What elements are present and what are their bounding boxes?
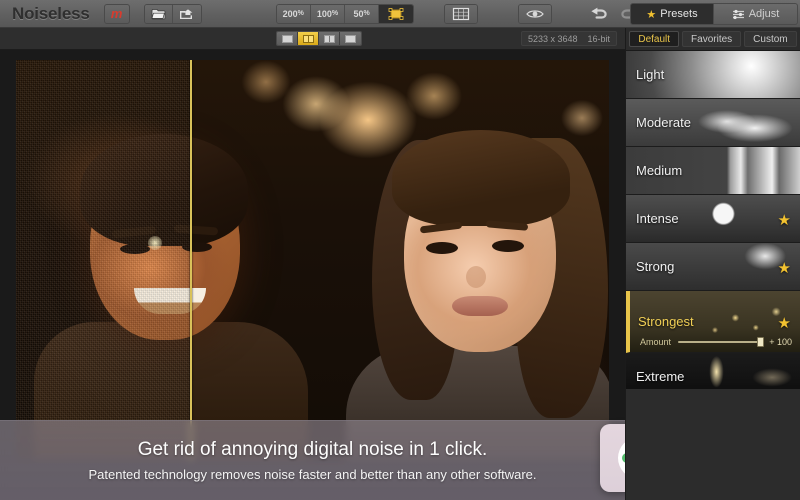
photo-woman-eye-right: [492, 240, 524, 252]
amount-value: + 100: [769, 337, 792, 347]
image-bit-depth: 16-bit: [587, 34, 610, 44]
view-mode-single[interactable]: [277, 32, 298, 45]
presets-tab-bar: Default Favorites Custom: [626, 28, 800, 51]
share-export-icon[interactable]: [173, 5, 201, 23]
file-button-group: [144, 4, 202, 24]
favorite-star-icon[interactable]: ★: [778, 314, 791, 332]
zoom-100-unit: %: [332, 10, 338, 17]
preset-label: Medium: [636, 163, 682, 178]
tab-presets-label: Presets: [660, 8, 697, 20]
presets-panel: Default Favorites Custom Light Moderate …: [625, 28, 800, 500]
tab-adjust[interactable]: Adjust: [714, 3, 798, 25]
image-canvas[interactable]: Get rid of annoying digital noise in 1 c…: [0, 50, 625, 500]
zoom-200-label: 200: [283, 9, 298, 19]
caption-subline: Patented technology removes noise faster…: [88, 467, 536, 482]
sliders-icon: [732, 9, 745, 20]
presets-tab-custom[interactable]: Custom: [744, 31, 796, 47]
preset-item-medium[interactable]: Medium: [626, 147, 800, 195]
photo-preview[interactable]: [16, 60, 609, 460]
caption-headline: Get rid of annoying digital noise in 1 c…: [138, 439, 488, 461]
fit-to-screen-icon[interactable]: [379, 5, 413, 23]
photo-man-eye-right: [182, 242, 212, 252]
top-toolbar: Noiseless m 200% 100%: [0, 0, 800, 28]
photo-woman-eye-left: [426, 242, 458, 254]
favorite-star-icon[interactable]: ★: [778, 211, 791, 229]
preset-label: Intense: [636, 211, 679, 226]
photo-woman-nose: [466, 266, 486, 288]
star-icon: ★: [646, 8, 656, 21]
zoom-50-unit: %: [364, 10, 370, 17]
view-options-bar: 5233 x 3648 16-bit: [0, 28, 625, 50]
image-info: 5233 x 3648 16-bit: [521, 31, 617, 46]
undo-arrow-icon[interactable]: [582, 5, 614, 23]
presets-tab-default[interactable]: Default: [629, 31, 679, 47]
zoom-100-label: 100: [317, 9, 332, 19]
view-mode-compare[interactable]: [340, 32, 361, 45]
crop-button-group: [444, 4, 478, 24]
preset-item-strong[interactable]: Strong ★: [626, 243, 800, 291]
preset-label: Moderate: [636, 115, 691, 130]
zoom-50-button[interactable]: 50%: [345, 5, 379, 23]
amount-slider-knob[interactable]: [757, 337, 764, 347]
panel-mode-segment: ★ Presets Adjust: [630, 3, 798, 25]
zoom-level-group: 200% 100% 50%: [276, 4, 415, 24]
macphun-logo[interactable]: m: [104, 4, 130, 24]
crop-grid-icon[interactable]: [445, 5, 477, 23]
photo-woman-lips: [452, 296, 508, 316]
preset-label: Strong: [636, 259, 674, 274]
marketing-caption: Get rid of annoying digital noise in 1 c…: [0, 420, 625, 500]
image-dimensions: 5233 x 3648: [528, 34, 578, 44]
photo-subject-man-hair: [80, 134, 248, 246]
split-view-divider[interactable]: [190, 60, 192, 460]
preset-label: Strongest: [638, 314, 694, 329]
presets-tab-favorites[interactable]: Favorites: [682, 31, 741, 47]
presets-list: Light Moderate Medium Intense ★ Strong ★: [626, 51, 800, 401]
view-mode-side-by-side[interactable]: [319, 32, 340, 45]
folder-open-icon[interactable]: [145, 5, 173, 23]
tab-presets[interactable]: ★ Presets: [630, 3, 714, 25]
presets-panel-empty-area: [626, 389, 800, 500]
tab-adjust-label: Adjust: [749, 8, 780, 20]
amount-slider[interactable]: Amount + 100: [640, 337, 792, 347]
preset-item-strongest[interactable]: Strongest ★ Amount + 100: [626, 291, 800, 353]
preview-button-group: [518, 4, 552, 24]
app-title: Noiseless: [12, 4, 90, 24]
zoom-50-label: 50: [354, 9, 364, 19]
photo-man-eye-left: [120, 244, 150, 254]
amount-slider-track[interactable]: [678, 341, 762, 343]
zoom-100-button[interactable]: 100%: [311, 5, 345, 23]
photo-woman-hair-top: [392, 130, 570, 226]
preset-label: Extreme: [636, 369, 684, 384]
zoom-200-unit: %: [298, 10, 304, 17]
view-mode-split[interactable]: [298, 32, 319, 45]
favorite-star-icon[interactable]: ★: [778, 259, 791, 277]
zoom-200-button[interactable]: 200%: [277, 5, 311, 23]
preset-item-moderate[interactable]: Moderate: [626, 99, 800, 147]
preset-item-light[interactable]: Light: [626, 51, 800, 99]
preset-label: Light: [636, 67, 664, 82]
photo-man-highlight: [148, 236, 162, 250]
view-mode-group: [276, 31, 362, 46]
eye-preview-icon[interactable]: [519, 5, 551, 23]
preset-item-intense[interactable]: Intense ★: [626, 195, 800, 243]
amount-label: Amount: [640, 337, 671, 347]
noiseless-app-window: Noiseless m 200% 100%: [0, 0, 800, 500]
